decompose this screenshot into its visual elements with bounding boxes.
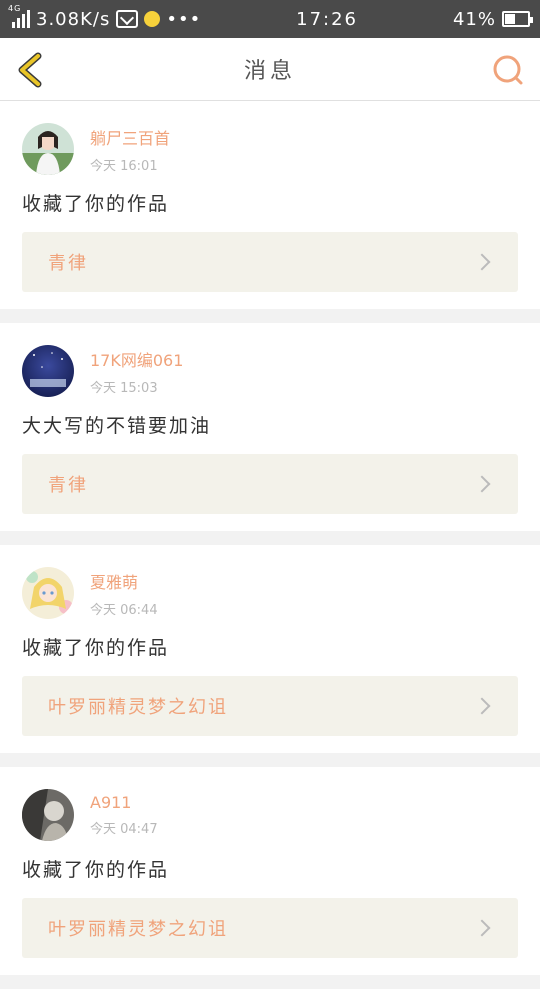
signal-icon: 4G xyxy=(8,4,30,28)
search-button[interactable] xyxy=(490,52,526,88)
username[interactable]: 17K网编061 xyxy=(90,347,183,371)
page-title: 消息 xyxy=(243,59,296,84)
message-header: 夏雅萌 今天 06:44 xyxy=(22,567,518,619)
battery-percent: 41% xyxy=(452,8,496,30)
network-type: 4G xyxy=(8,4,22,13)
status-bar: 4G 3.08K/s ••• 17:26 41% xyxy=(0,0,540,38)
message-card: 夏雅萌 今天 06:44 收藏了你的作品 叶罗丽精灵梦之幻诅 xyxy=(0,545,540,753)
chevron-right-icon xyxy=(473,253,491,271)
username[interactable]: 躺尸三百首 xyxy=(90,125,170,149)
message-list: 躺尸三百首 今天 16:01 收藏了你的作品 青律 17K网编061 今天 15… xyxy=(0,101,540,989)
status-left: 4G 3.08K/s ••• xyxy=(8,4,202,30)
work-link[interactable]: 青律 xyxy=(22,454,518,514)
username[interactable]: A911 xyxy=(90,793,158,812)
message-header: 17K网编061 今天 15:03 xyxy=(22,345,518,397)
avatar[interactable] xyxy=(22,123,74,175)
timestamp: 今天 04:47 xyxy=(90,822,158,837)
avatar[interactable] xyxy=(22,789,74,841)
message-text: 收藏了你的作品 xyxy=(22,193,170,215)
chevron-right-icon xyxy=(473,697,491,715)
avatar[interactable] xyxy=(22,345,74,397)
status-right: 41% xyxy=(452,8,533,30)
battery-icon xyxy=(501,11,533,27)
avatar[interactable] xyxy=(22,567,74,619)
back-button[interactable] xyxy=(12,50,52,90)
work-title: 青律 xyxy=(48,253,88,274)
message-text: 收藏了你的作品 xyxy=(22,859,170,881)
more-notifications-icon: ••• xyxy=(166,8,202,30)
message-check-icon xyxy=(116,10,139,28)
work-link[interactable]: 青律 xyxy=(22,232,518,292)
user-meta: 夏雅萌 今天 06:44 xyxy=(90,569,158,618)
notification-dot-icon xyxy=(144,11,161,27)
work-title: 青律 xyxy=(48,475,88,496)
message-text: 大大写的不错要加油 xyxy=(22,415,212,437)
network-speed: 3.08K/s xyxy=(36,8,111,30)
message-header: 躺尸三百首 今天 16:01 xyxy=(22,123,518,175)
work-title: 叶罗丽精灵梦之幻诅 xyxy=(48,919,228,940)
back-arrow-icon xyxy=(18,52,42,88)
work-link[interactable]: 叶罗丽精灵梦之幻诅 xyxy=(22,898,518,958)
timestamp: 今天 15:03 xyxy=(90,380,158,396)
work-link[interactable]: 叶罗丽精灵梦之幻诅 xyxy=(22,676,518,736)
user-meta: 躺尸三百首 今天 16:01 xyxy=(90,125,170,174)
message-header: A911 今天 04:47 xyxy=(22,789,518,841)
status-time: 17:26 xyxy=(296,8,359,30)
message-card: A911 今天 04:47 收藏了你的作品 叶罗丽精灵梦之幻诅 xyxy=(0,767,540,975)
timestamp: 今天 16:01 xyxy=(90,158,158,174)
username[interactable]: 夏雅萌 xyxy=(90,569,158,593)
header: 消息 xyxy=(0,38,540,101)
chevron-right-icon xyxy=(473,919,491,937)
search-icon xyxy=(493,55,523,85)
message-card: 17K网编061 今天 15:03 大大写的不错要加油 青律 xyxy=(0,323,540,531)
message-card: 躺尸三百首 今天 16:01 收藏了你的作品 青律 xyxy=(0,101,540,309)
user-meta: A911 今天 04:47 xyxy=(90,793,158,837)
message-text: 收藏了你的作品 xyxy=(22,637,170,659)
timestamp: 今天 06:44 xyxy=(90,602,158,618)
user-meta: 17K网编061 今天 15:03 xyxy=(90,347,183,396)
work-title: 叶罗丽精灵梦之幻诅 xyxy=(48,697,228,718)
chevron-right-icon xyxy=(473,475,491,493)
